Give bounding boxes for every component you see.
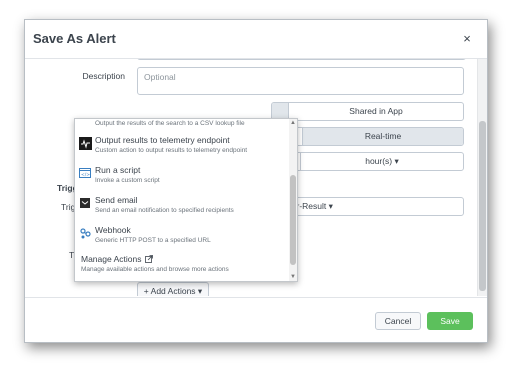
action-item-title: Output results to telemetry endpoint	[95, 135, 230, 145]
add-actions-button[interactable]: + Add Actions ▾	[137, 282, 209, 296]
scroll-down-icon[interactable]: ▼	[290, 274, 296, 280]
description-textarea[interactable]: Optional	[137, 67, 464, 95]
action-item-description: Send an email notification to specified …	[95, 207, 234, 214]
cancel-button[interactable]: Cancel	[375, 312, 421, 330]
permissions-shared-option[interactable]: Shared in App	[288, 103, 463, 120]
permissions-toggle: Shared in App	[271, 102, 464, 121]
dialog-title: Save As Alert	[33, 31, 116, 46]
dialog-header: Save As Alert ×	[25, 20, 487, 59]
description-placeholder: Optional	[144, 72, 176, 82]
time-unit-dropdown[interactable]: hour(s) ▾	[300, 153, 463, 170]
action-item-title: Webhook	[95, 225, 131, 235]
action-item-webhook[interactable]: Webhook Generic HTTP POST to a specified…	[75, 223, 288, 249]
action-item-description: Custom action to output results to telem…	[95, 147, 248, 154]
alert-type-realtime-option[interactable]: Real-time	[302, 128, 463, 145]
email-icon	[80, 198, 90, 208]
webhook-icon	[80, 228, 91, 239]
actions-menu-scrollbar-thumb[interactable]	[290, 175, 296, 265]
actions-menu-scrollbar[interactable]: ▲ ▼	[289, 119, 297, 281]
time-range-row: hour(s) ▾	[271, 152, 464, 171]
close-button[interactable]: ×	[460, 32, 474, 46]
telemetry-icon	[79, 137, 92, 150]
manage-actions-label: Manage Actions	[81, 254, 142, 264]
description-label: Description	[82, 71, 125, 81]
manage-actions-title: Manage Actions	[81, 254, 153, 264]
manage-actions-link[interactable]: Manage Actions Manage available actions …	[75, 252, 288, 278]
action-item-description: Invoke a custom script	[95, 177, 160, 184]
action-item-title: Run a script	[95, 165, 141, 175]
dialog-footer: Cancel Save	[25, 297, 487, 342]
dialog-scrollbar[interactable]	[477, 59, 487, 296]
action-item-csv[interactable]: Output the results of the search to a CS…	[75, 119, 288, 131]
dialog-scrollbar-thumb[interactable]	[479, 121, 486, 291]
external-link-icon	[144, 255, 153, 263]
action-item-run-script[interactable]: </> Run a script Invoke a custom script	[75, 163, 288, 189]
svg-text:</>: </>	[81, 172, 90, 178]
manage-actions-description: Manage available actions and browse more…	[81, 266, 229, 273]
action-item-description: Output the results of the search to a CS…	[95, 120, 245, 127]
action-item-description: Generic HTTP POST to a specified URL	[95, 237, 211, 244]
save-button[interactable]: Save	[427, 312, 473, 330]
scroll-up-icon[interactable]: ▲	[290, 120, 296, 126]
actions-dropdown-menu: Output the results of the search to a CS…	[74, 118, 298, 282]
action-item-telemetry[interactable]: Output results to telemetry endpoint Cus…	[75, 133, 288, 159]
alert-type-toggle: Real-time	[271, 127, 464, 146]
save-as-alert-dialog: Save As Alert × Description Optional Sha…	[24, 19, 488, 343]
action-item-send-email[interactable]: Send email Send an email notification to…	[75, 193, 288, 219]
action-item-title: Send email	[95, 195, 138, 205]
script-icon: </>	[79, 168, 91, 178]
title-input[interactable]	[137, 59, 466, 60]
